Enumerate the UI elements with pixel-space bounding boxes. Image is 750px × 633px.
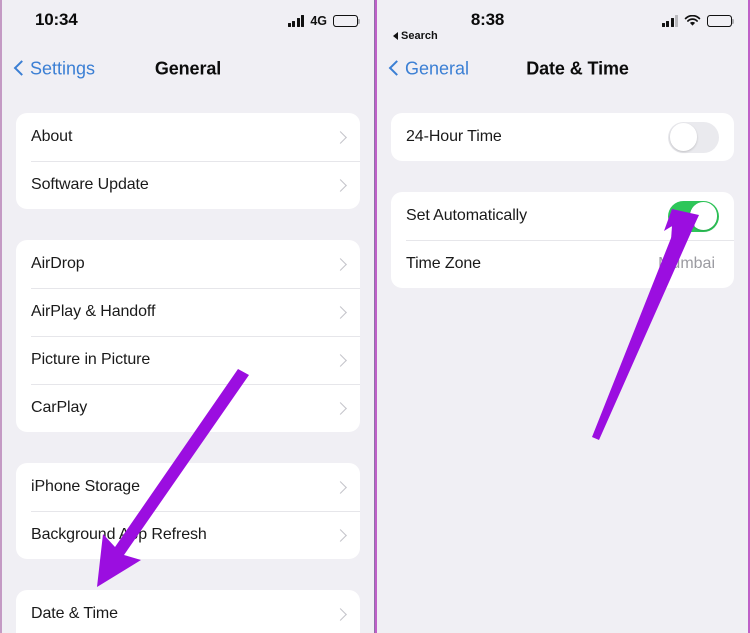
time-zone-value: Mumbai — [658, 255, 715, 272]
battery-icon — [333, 14, 361, 28]
list-item-airdrop[interactable]: AirDrop — [16, 240, 360, 288]
toggle-set-automatically[interactable] — [668, 200, 719, 232]
wifi-icon — [684, 15, 701, 27]
left-phone-screen: 10:34 4G Settings General About Software… — [0, 0, 375, 633]
list-item-iphone-storage[interactable]: iPhone Storage — [16, 463, 360, 511]
settings-group-2: AirDrop AirPlay & Handoff Picture in Pic… — [16, 240, 360, 432]
list-item-background-app-refresh[interactable]: Background App Refresh — [16, 511, 360, 559]
chevron-right-icon — [334, 353, 347, 367]
toggle-24-hour-time[interactable] — [668, 121, 719, 153]
settings-group-4: Date & Time Keyboard — [16, 590, 360, 633]
date-time-group-2: Set Automatically Time Zone Mumbai — [391, 192, 734, 288]
return-label: Search — [401, 30, 438, 42]
list-item-about[interactable]: About — [16, 113, 360, 161]
toggle-knob — [669, 123, 698, 151]
list-item-set-automatically[interactable]: Set Automatically — [391, 192, 734, 240]
dual-phone-screenshot: 10:34 4G Settings General About Software… — [0, 0, 750, 633]
right-nav-bar: General Date & Time — [377, 46, 748, 92]
list-item-label: iPhone Storage — [31, 478, 140, 495]
right-settings-list: 24-Hour Time Set Automatically Time Zone — [377, 92, 748, 288]
list-item-label: Set Automatically — [406, 207, 528, 224]
network-type-label: 4G — [310, 14, 327, 28]
settings-group-3: iPhone Storage Background App Refresh — [16, 463, 360, 559]
chevron-right-icon — [334, 178, 347, 192]
page-title: Date & Time — [526, 58, 629, 79]
chevron-right-icon — [334, 528, 347, 542]
chevron-right-icon — [334, 607, 347, 621]
settings-group-1: About Software Update — [16, 113, 360, 209]
list-item-label: 24-Hour Time — [406, 128, 502, 145]
battery-icon — [707, 14, 735, 28]
chevron-right-icon — [334, 305, 347, 319]
list-item-label: About — [31, 128, 73, 145]
chevron-right-icon — [334, 130, 347, 144]
status-icons — [661, 12, 735, 30]
left-nav-bar: Settings General — [2, 46, 374, 92]
return-to-search-button[interactable]: Search — [393, 30, 438, 42]
list-item-label: Date & Time — [31, 605, 118, 622]
left-settings-list: About Software Update AirDrop AirPlay & … — [2, 92, 374, 633]
list-item-label: Time Zone — [406, 255, 481, 272]
list-item-time-zone[interactable]: Time Zone Mumbai — [391, 240, 734, 288]
left-status-bar: 10:34 4G — [2, 0, 374, 46]
right-status-bar: 8:38 Search — [377, 0, 748, 46]
toggle-knob — [689, 202, 718, 230]
list-item-picture-in-picture[interactable]: Picture in Picture — [16, 336, 360, 384]
chevron-right-icon — [334, 401, 347, 415]
list-item-label: Software Update — [31, 176, 149, 193]
right-phone-screen: 8:38 Search General Date & Time 24-Hour … — [375, 0, 750, 633]
chevron-right-icon — [334, 480, 347, 494]
page-title: General — [154, 58, 222, 79]
date-time-group-1: 24-Hour Time — [391, 113, 734, 161]
list-item-date-and-time[interactable]: Date & Time — [16, 590, 360, 633]
chevron-right-icon — [334, 257, 347, 271]
list-item-label: CarPlay — [31, 399, 88, 416]
triangle-left-icon — [393, 32, 398, 40]
list-item-24-hour-time[interactable]: 24-Hour Time — [391, 113, 734, 161]
list-item-label: Background App Refresh — [31, 526, 207, 543]
signal-bars-icon — [661, 15, 678, 27]
status-icons: 4G — [287, 12, 361, 30]
list-item-airplay-handoff[interactable]: AirPlay & Handoff — [16, 288, 360, 336]
list-item-label: AirDrop — [31, 255, 85, 272]
list-item-label: AirPlay & Handoff — [31, 303, 156, 320]
signal-bars-icon — [287, 15, 305, 27]
list-item-software-update[interactable]: Software Update — [16, 161, 360, 209]
list-item-carplay[interactable]: CarPlay — [16, 384, 360, 432]
list-item-label: Picture in Picture — [31, 351, 151, 368]
